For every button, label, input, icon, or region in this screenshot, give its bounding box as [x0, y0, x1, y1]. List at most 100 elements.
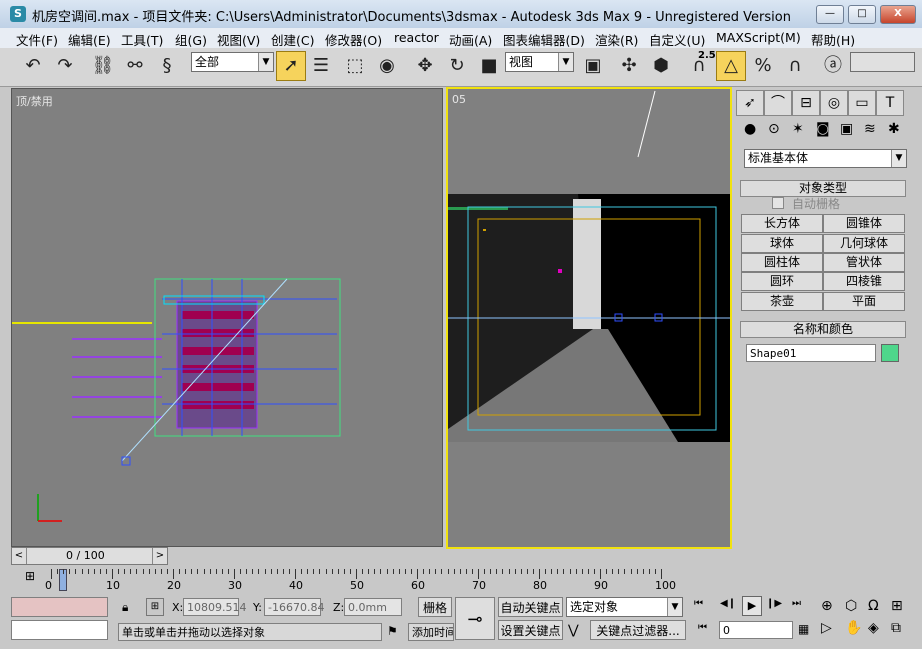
tube-button[interactable]: 管状体	[823, 253, 905, 272]
key-curve-icon[interactable]: ⋁	[568, 623, 579, 638]
named-selection-sets-icon[interactable]: ⓐ	[818, 51, 848, 81]
reference-coordinate-dropdown[interactable]: 视图 ▼	[505, 52, 574, 72]
menu-customize[interactable]: 自定义(U)	[649, 30, 705, 49]
cameras-icon[interactable]: ◙	[816, 121, 830, 137]
maxscript-listener-white[interactable]	[11, 620, 108, 640]
create-tab-icon[interactable]: ➶	[736, 90, 764, 116]
menu-edit[interactable]: 编辑(E)	[68, 30, 111, 49]
time-slider[interactable]: < 0 / 100 >	[11, 547, 168, 565]
menu-modifiers[interactable]: 修改器(O)	[325, 30, 382, 49]
selected-objects-dropdown[interactable]: 选定对象 ▼	[566, 597, 683, 617]
zoom-extents-icon[interactable]: Ω	[868, 598, 879, 614]
geometry-icon[interactable]: ●	[744, 121, 756, 137]
set-key-button[interactable]: 设置关键点	[498, 620, 563, 640]
angle-snap-icon[interactable]: △	[716, 51, 746, 81]
previous-frame-icon[interactable]: ◀❙	[720, 598, 736, 609]
orbit-icon[interactable]: ◈	[868, 620, 879, 636]
x-coordinate-input[interactable]: 10809.514	[183, 598, 247, 616]
torus-button[interactable]: 圆环	[741, 272, 823, 291]
object-name-input[interactable]: Shape01	[746, 344, 876, 362]
viewport-top[interactable]: 顶/禁用	[11, 88, 443, 547]
curve-editor-icon[interactable]: ⊞	[25, 569, 43, 587]
menu-maxscript[interactable]: MAXScript(M)	[716, 30, 801, 45]
window-crossing-icon[interactable]: ◉	[372, 51, 402, 81]
menu-create[interactable]: 创建(C)	[271, 30, 314, 49]
maxscript-listener-pink[interactable]	[11, 597, 108, 617]
select-and-move-icon[interactable]: ✥	[410, 51, 440, 81]
space-warps-icon[interactable]: ≋	[864, 121, 876, 137]
z-coordinate-input[interactable]: 0.0mm	[344, 598, 402, 616]
bind-space-warp-icon[interactable]: §	[152, 51, 182, 81]
menu-views[interactable]: 视图(V)	[217, 30, 260, 49]
shapes-icon[interactable]: ⊙	[768, 121, 780, 137]
menu-reactor[interactable]: reactor	[394, 30, 439, 45]
play-icon[interactable]: ▶	[742, 596, 762, 616]
selection-filter-dropdown[interactable]: 全部 ▼	[191, 52, 274, 72]
maximize-viewport-icon[interactable]: ⧉	[891, 620, 901, 636]
name-and-color-rollout[interactable]: 名称和颜色	[740, 321, 906, 338]
unlink-icon[interactable]: ⚯	[120, 51, 150, 81]
lights-icon[interactable]: ✶	[792, 121, 804, 137]
goto-start-icon[interactable]: ⏮	[694, 598, 703, 609]
close-button[interactable]: X	[880, 5, 916, 24]
select-object-icon[interactable]: ➚	[276, 51, 306, 81]
undo-icon[interactable]: ↶	[18, 51, 48, 81]
hierarchy-tab-icon[interactable]: ⊟	[792, 90, 820, 116]
category-dropdown[interactable]: 标准基本体 ▼	[744, 149, 907, 168]
key-mode-icon[interactable]: ⏮	[698, 622, 707, 633]
track-bar[interactable]: ⊞ 0 10 20 30 40 50 60 70 80 90 100	[11, 565, 731, 593]
chevron-left-icon[interactable]: <	[12, 548, 27, 564]
teapot-button[interactable]: 茶壶	[741, 292, 823, 311]
cone-button[interactable]: 圆锥体	[823, 214, 905, 233]
pyramid-button[interactable]: 四棱锥	[823, 272, 905, 291]
add-time-tag-field[interactable]: 添加时间标记	[408, 623, 454, 641]
helpers-icon[interactable]: ▣	[840, 121, 853, 137]
grid-button[interactable]: 栅格	[418, 597, 452, 617]
pan-icon[interactable]: ✋	[845, 620, 862, 636]
minimize-button[interactable]: —	[816, 5, 844, 24]
zoom-all-icon[interactable]: ⬡	[845, 598, 857, 614]
next-frame-icon[interactable]: ❙▶	[766, 598, 782, 609]
zoom-icon[interactable]: ⊕	[821, 598, 833, 614]
modify-tab-icon[interactable]: ⌒	[764, 90, 792, 116]
systems-icon[interactable]: ✱	[888, 121, 900, 137]
time-configuration-icon[interactable]: ▦	[798, 622, 809, 636]
menu-animation[interactable]: 动画(A)	[449, 30, 492, 49]
menu-tools[interactable]: 工具(T)	[121, 30, 163, 49]
rectangular-selection-icon[interactable]: ⬚	[340, 51, 370, 81]
current-frame-input[interactable]: 0	[719, 621, 793, 639]
menu-file[interactable]: 文件(F)	[16, 30, 58, 49]
manipulate-icon[interactable]: ✣	[614, 51, 644, 81]
select-and-link-icon[interactable]: ⛓	[88, 51, 118, 81]
select-by-name-icon[interactable]: ☰	[306, 51, 336, 81]
geosphere-button[interactable]: 几何球体	[823, 234, 905, 253]
cylinder-button[interactable]: 圆柱体	[741, 253, 823, 272]
select-and-scale-icon[interactable]: ■	[474, 51, 504, 81]
goto-end-icon[interactable]: ⏭	[792, 598, 801, 609]
menu-group[interactable]: 组(G)	[175, 30, 207, 49]
absolute-mode-icon[interactable]: ⊞	[146, 598, 164, 616]
pivot-center-icon[interactable]: ▣	[578, 51, 608, 81]
y-coordinate-input[interactable]: -16670.84	[264, 598, 324, 616]
key-filters-button[interactable]: 关键点过滤器...	[590, 620, 686, 640]
utilities-tab-icon[interactable]: T	[876, 90, 904, 116]
box-button[interactable]: 长方体	[741, 214, 823, 233]
display-tab-icon[interactable]: ▭	[848, 90, 876, 116]
maximize-button[interactable]: □	[848, 5, 876, 24]
field-of-view-icon[interactable]: ▷	[821, 620, 832, 636]
sphere-button[interactable]: 球体	[741, 234, 823, 253]
menu-rendering[interactable]: 渲染(R)	[595, 30, 638, 49]
menu-graph-editors[interactable]: 图表编辑器(D)	[503, 30, 585, 49]
auto-key-button[interactable]: 自动关键点	[498, 597, 563, 617]
chevron-right-icon[interactable]: >	[152, 548, 167, 564]
viewport-camera[interactable]: 05	[446, 87, 732, 549]
spinner-snap-icon[interactable]: ∩	[780, 51, 810, 81]
named-selection-field[interactable]	[850, 52, 915, 72]
redo-icon[interactable]: ↷	[50, 51, 80, 81]
zoom-extents-all-icon[interactable]: ⊞	[891, 598, 903, 614]
plane-button[interactable]: 平面	[823, 292, 905, 311]
object-color-swatch[interactable]	[881, 344, 899, 362]
lock-icon[interactable]: 🔒︎	[122, 600, 128, 615]
motion-tab-icon[interactable]: ◎	[820, 90, 848, 116]
time-tag-icon[interactable]: ⚑	[387, 624, 398, 638]
